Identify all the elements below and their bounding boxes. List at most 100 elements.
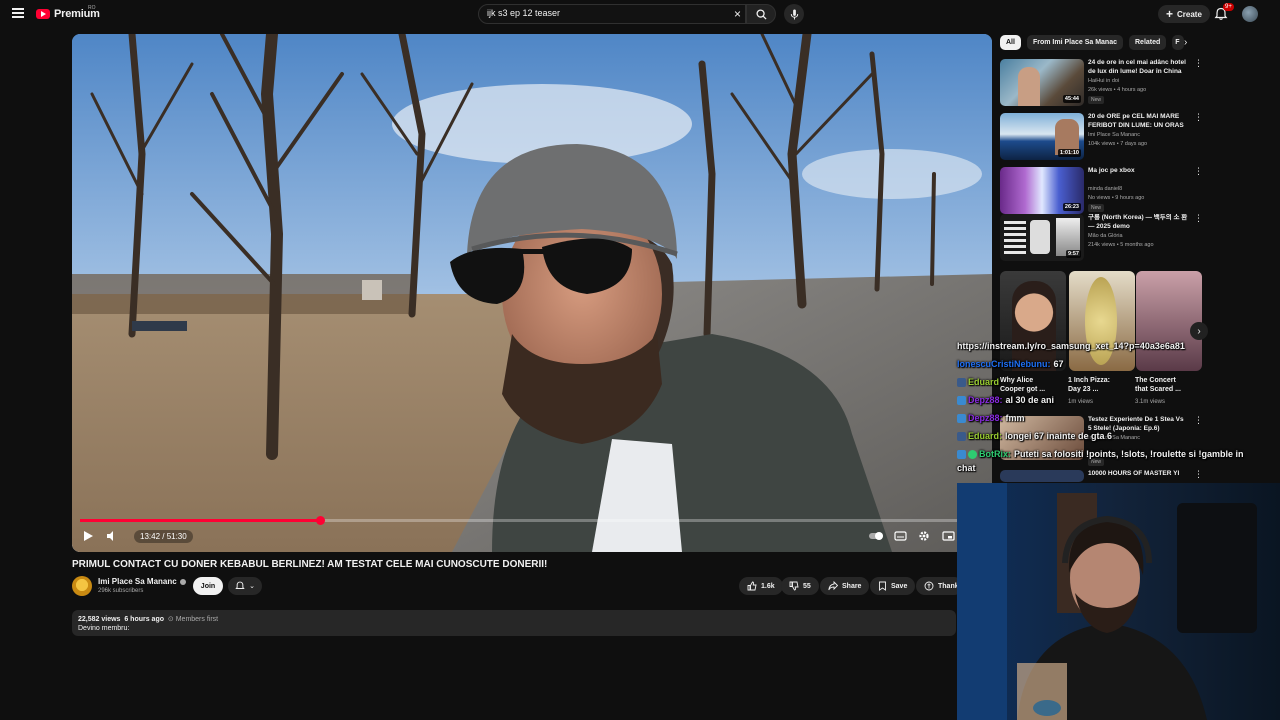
thanks-button[interactable]: Thank <box>916 577 963 595</box>
more-vert-icon[interactable]: ⋮ <box>1194 167 1203 176</box>
rec-title[interactable]: 10000 HOURS OF MASTER YI <box>1088 470 1188 479</box>
search-button[interactable] <box>746 4 776 24</box>
video-player[interactable]: 13:42 / 51:30 <box>72 34 992 552</box>
channel-name-text[interactable]: Imi Place Sa Mananc <box>98 577 177 586</box>
more-vert-icon[interactable]: ⋮ <box>1194 214 1203 223</box>
recommendation-item[interactable]: 26:23 Ma joc pe xbox minda daniel8 No vi… <box>1000 167 1205 217</box>
thanks-icon <box>924 581 934 591</box>
like-count: 1.6k <box>761 582 775 590</box>
short-thumbnail[interactable] <box>1000 271 1066 371</box>
short-views: 3.1m views <box>1135 399 1166 405</box>
rec-title[interactable]: Ma joc pe xbox <box>1088 167 1188 176</box>
video-thumbnail[interactable]: 45:44 <box>1000 59 1084 106</box>
video-title: PRIMUL CONTACT CU DONER KEBABUL BERLINEZ… <box>72 559 548 570</box>
badge-icon <box>957 378 966 388</box>
recommendation-item[interactable]: 10000 HOURS OF MASTER YI ⋮ <box>1000 470 1205 482</box>
chip-from-channel[interactable]: From Imi Place Sa Manac <box>1026 34 1123 50</box>
avatar[interactable] <box>1242 6 1258 22</box>
new-badge: New <box>1088 96 1105 104</box>
chevron-right-icon[interactable]: › <box>1184 37 1187 48</box>
create-button[interactable]: + Create <box>1158 5 1210 23</box>
dislike-count: 55 <box>803 582 811 590</box>
recommendation-item[interactable]: 9:57 구룡 (North Korea) — 백두의 소 환 — 2025 d… <box>1000 214 1205 264</box>
like-button[interactable]: 1.6k <box>739 577 783 595</box>
captions-icon[interactable] <box>894 530 907 542</box>
short-thumbnail[interactable] <box>1136 271 1202 371</box>
short-title[interactable]: Why Alice Cooper got ... <box>1000 376 1055 394</box>
rec-channel[interactable]: minda daniel8 <box>1088 186 1122 192</box>
chat-text: 67 <box>1053 359 1064 369</box>
webcam-feed <box>957 483 1280 720</box>
voice-search-button[interactable] <box>784 4 804 24</box>
logo-region: RO <box>88 5 96 11</box>
duration-badge: 9:57 <box>1065 250 1081 258</box>
duration-badge: 26:23 <box>1062 203 1081 211</box>
subscription-bell-button[interactable]: ⌄ <box>228 577 262 595</box>
badge-icon <box>957 396 966 406</box>
video-thumbnail[interactable]: 9:57 <box>1000 214 1084 261</box>
rec-stats: No views • 9 hours ago <box>1088 195 1145 201</box>
channel-name[interactable]: Imi Place Sa Mananc <box>98 577 186 586</box>
chevron-down-icon: ⌄ <box>249 583 255 590</box>
settings-icon[interactable] <box>918 530 930 542</box>
chat-text: chat <box>957 463 976 473</box>
filter-chips: All From Imi Place Sa Manac Related F <box>1000 34 1185 50</box>
rec-stats: 214k views • 5 months ago <box>1088 242 1154 248</box>
short-title[interactable]: 1 Inch Pizza: Day 23 ... <box>1068 376 1123 394</box>
search-input[interactable] <box>487 8 727 18</box>
subscriber-count: 296k subscribers <box>98 588 144 594</box>
channel-avatar[interactable] <box>72 576 92 596</box>
chat-user: Eduard: <box>968 431 1003 441</box>
members-first: ⊙ Members first <box>167 616 219 623</box>
play-icon[interactable] <box>82 530 94 542</box>
chevron-right-icon[interactable]: › <box>1190 322 1208 340</box>
recommendation-item[interactable]: 45:44 24 de ore in cel mai adânc hotel d… <box>1000 59 1205 109</box>
video-thumbnail[interactable]: 1:01:10 <box>1000 113 1084 160</box>
video-thumbnail[interactable]: 26:23 <box>1000 167 1084 214</box>
rec-title[interactable]: 24 de ore in cel mai adânc hotel de lux … <box>1088 59 1188 76</box>
video-thumbnail[interactable] <box>1000 470 1084 482</box>
chat-message: chat <box>957 463 976 473</box>
more-vert-icon[interactable]: ⋮ <box>1194 470 1203 479</box>
rec-channel[interactable]: Imi Place Sa Mananc <box>1088 132 1140 138</box>
chat-message: Eduard <box>957 377 1002 388</box>
webcam-overlay <box>957 483 1280 720</box>
short-title[interactable]: The Concert that Scared ... <box>1135 376 1190 394</box>
search-box[interactable]: × <box>478 4 746 24</box>
chat-message: IonescuCristiNebunu: 67 <box>957 359 1064 369</box>
more-vert-icon[interactable]: ⋮ <box>1194 113 1203 122</box>
masthead: Premium RO × + Create 9+ <box>0 0 1280 28</box>
youtube-logo[interactable]: Premium RO <box>36 5 100 20</box>
menu-icon[interactable] <box>12 8 24 18</box>
rec-title[interactable]: 구룡 (North Korea) — 백두의 소 환 — 2025 demo <box>1088 214 1188 231</box>
description-line: Devino membru: <box>78 625 130 632</box>
recommendation-item[interactable]: 1:01:10 20 de ORE pe CEL MAI MARE FERIBO… <box>1000 113 1205 163</box>
members-first-label: Members first <box>175 616 219 623</box>
more-vert-icon[interactable]: ⋮ <box>1194 416 1203 425</box>
rec-title[interactable]: 20 de ORE pe CEL MAI MARE FERIBOT DIN LU… <box>1088 113 1188 130</box>
chip-all[interactable]: All <box>1000 34 1021 50</box>
miniplayer-icon[interactable] <box>942 530 955 542</box>
volume-icon[interactable] <box>106 530 118 542</box>
chip-related[interactable]: Related <box>1129 34 1167 50</box>
thanks-label: Thank <box>938 582 959 590</box>
join-button[interactable]: Join <box>193 577 223 595</box>
video-frame <box>72 34 992 552</box>
autoplay-icon[interactable] <box>868 530 884 542</box>
save-button[interactable]: Save <box>870 577 916 595</box>
share-label: Share <box>842 582 862 590</box>
chat-user: BotRix: <box>979 449 1011 459</box>
more-vert-icon[interactable]: ⋮ <box>1194 59 1203 68</box>
view-meta: 22,582 views 6 hours ago ⊙ Members first <box>78 615 218 623</box>
share-button[interactable]: Share <box>820 577 870 595</box>
badge-icon <box>957 450 966 460</box>
description-box[interactable]: 22,582 views 6 hours ago ⊙ Members first… <box>72 610 956 636</box>
short-thumbnail[interactable] <box>1069 271 1135 371</box>
dislike-button[interactable]: 55 <box>781 577 819 595</box>
chip-more[interactable]: F <box>1172 34 1185 50</box>
rec-channel[interactable]: HaiHui in doi <box>1088 78 1119 84</box>
badge-icon <box>957 432 966 442</box>
close-icon[interactable]: × <box>734 7 741 21</box>
chat-text: al 30 de ani <box>1005 395 1055 405</box>
rec-channel[interactable]: Mão da Glória <box>1088 233 1123 239</box>
